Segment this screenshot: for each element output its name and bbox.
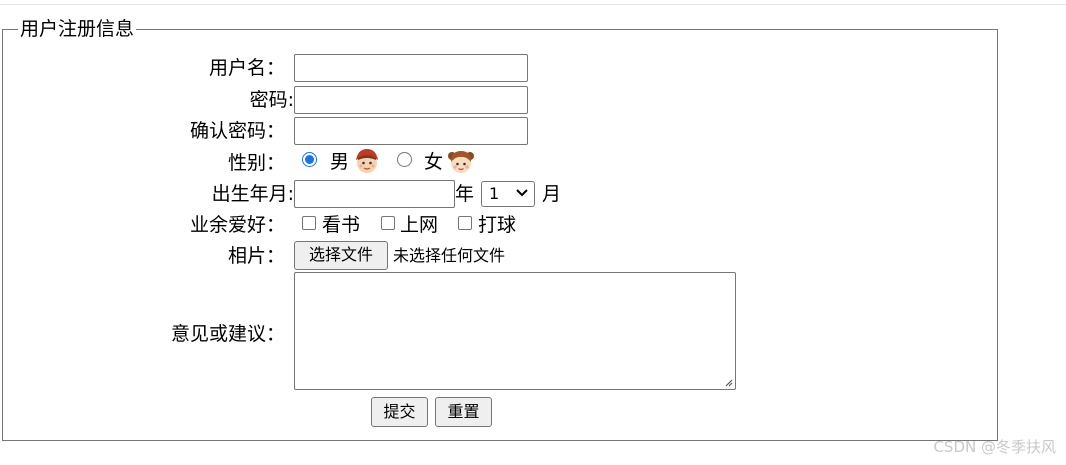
file-status-text: 未选择任何文件: [393, 246, 506, 265]
hobby-reading-label: 看书: [322, 214, 361, 236]
hobby-internet-checkbox[interactable]: [381, 216, 395, 230]
reset-button[interactable]: 重置: [435, 397, 492, 427]
birth-year-input[interactable]: [294, 180, 455, 208]
comments-label: 意见或建议：: [170, 323, 285, 345]
resize-grip-icon[interactable]: [723, 377, 733, 387]
birth-month-value: 1: [489, 184, 500, 203]
girl-avatar-icon: [448, 151, 474, 173]
gender-label: 性别：: [227, 152, 285, 174]
month-unit-label: 月: [542, 183, 562, 205]
hobby-ball-label: 打球: [478, 214, 517, 236]
gender-male-radio[interactable]: [302, 152, 317, 167]
birth-month-select[interactable]: 1: [481, 181, 535, 207]
gender-female-label: 女: [424, 151, 444, 173]
chevron-down-icon: [516, 189, 528, 197]
confirm-password-label: 确认密码：: [189, 120, 285, 142]
hobby-reading-checkbox[interactable]: [302, 216, 316, 230]
password-input[interactable]: [294, 86, 528, 114]
boy-avatar-icon: [356, 149, 378, 173]
password-label: 密码:: [249, 89, 294, 111]
hobby-internet-label: 上网: [400, 214, 439, 236]
photo-label: 相片：: [227, 245, 285, 267]
year-unit-label: 年: [455, 183, 475, 205]
gender-male-label: 男: [330, 151, 350, 173]
submit-button[interactable]: 提交: [371, 397, 428, 427]
confirm-password-input[interactable]: [294, 117, 528, 145]
form-legend: 用户注册信息: [18, 17, 137, 41]
choose-file-button[interactable]: 选择文件: [294, 241, 388, 270]
birth-label: 出生年月:: [211, 183, 294, 205]
hobby-ball-checkbox[interactable]: [458, 216, 472, 230]
comments-textarea[interactable]: [294, 272, 736, 390]
username-input[interactable]: [294, 54, 528, 82]
gender-female-radio[interactable]: [397, 152, 412, 167]
watermark: CSDN @冬季扶风: [933, 438, 1056, 456]
username-label: 用户名：: [208, 57, 285, 79]
hobby-label: 业余爱好：: [189, 214, 285, 236]
top-divider: [0, 4, 1066, 5]
